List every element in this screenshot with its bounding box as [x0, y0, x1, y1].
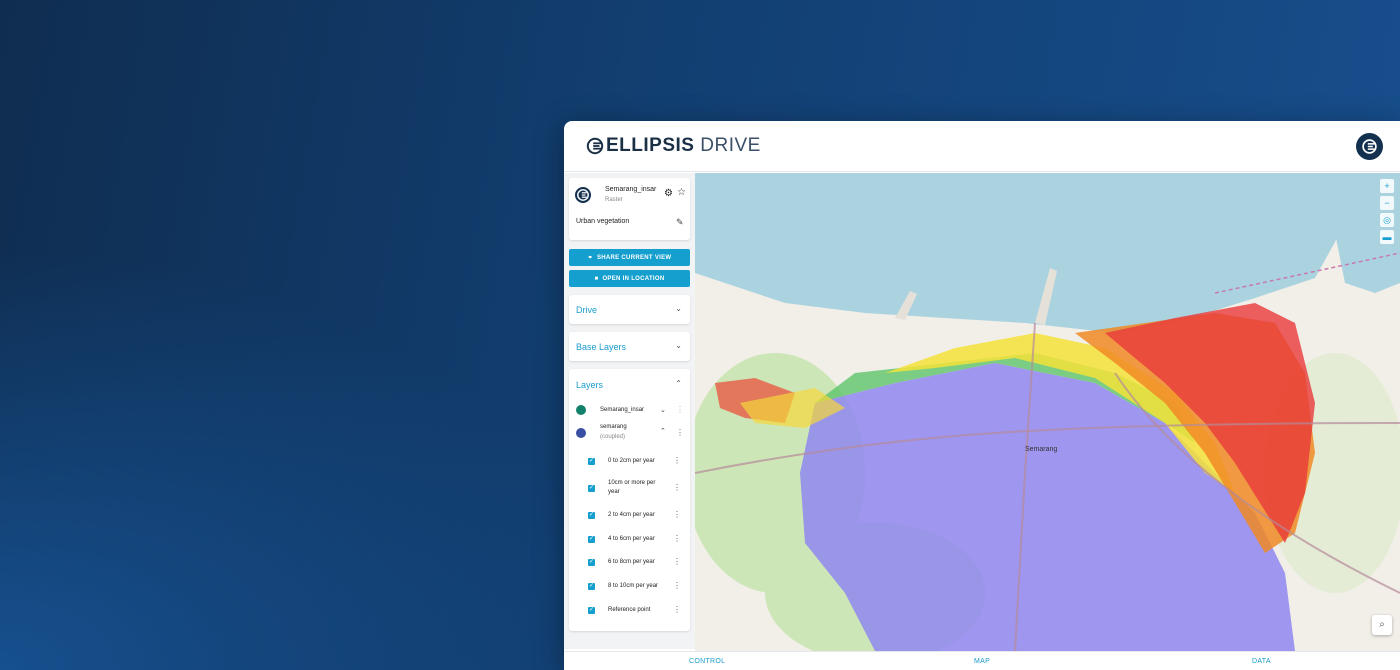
- kebab-menu-icon[interactable]: ⋮: [673, 581, 681, 590]
- nav-tab-map[interactable]: MAP: [974, 658, 990, 665]
- sublayer-label: 4 to 6cm per year: [608, 536, 655, 542]
- app-window: ELLIPSIS DRIVE Semarang_insar Raster ⚙ ☆…: [564, 121, 1400, 670]
- checkbox[interactable]: ✓: [588, 559, 595, 566]
- kebab-menu-icon[interactable]: ⋮: [676, 428, 684, 437]
- layer-row-sublabel: (coupled): [600, 434, 626, 440]
- ellipsis-avatar-icon: [1362, 139, 1377, 154]
- open-button-label: OPEN IN LOCATION: [602, 275, 665, 282]
- bottom-navigation: CONTROL MAP DATA: [564, 651, 1400, 670]
- layer-row[interactable]: Semarang_insar ⌄ ⋮: [569, 404, 690, 418]
- control-sidebar: Semarang_insar Raster ⚙ ☆ Urban vegetati…: [564, 173, 695, 649]
- map-city-label: Semarang: [1025, 446, 1057, 453]
- sublayer-label: 6 to 8cm per year: [608, 559, 655, 565]
- chevron-down-icon: ⌄: [675, 341, 682, 350]
- zoom-out-icon[interactable]: −: [1380, 196, 1394, 210]
- section-layers: Layers ⌃ Semarang_insar ⌄ ⋮ semarang (co…: [569, 369, 690, 631]
- checkbox[interactable]: ✓: [588, 512, 595, 519]
- kebab-menu-icon[interactable]: ⋮: [673, 456, 681, 465]
- star-icon[interactable]: ☆: [677, 187, 686, 198]
- 3d-view-icon[interactable]: ◎: [1380, 213, 1394, 227]
- kebab-menu-icon[interactable]: ⋮: [673, 510, 681, 519]
- chevron-down-icon: ⌄: [675, 304, 682, 313]
- gear-icon[interactable]: ⚙: [664, 188, 673, 199]
- ellipsis-layer-icon: [575, 187, 591, 203]
- map-toolbar: + − ◎ ▬: [1380, 179, 1394, 244]
- layer-description: Urban vegetation: [576, 218, 630, 225]
- measure-ruler-icon[interactable]: ▬: [1380, 230, 1394, 244]
- logo-text-bold: ELLIPSIS: [606, 135, 695, 156]
- sublayer-label: 8 to 10cm per year: [608, 583, 659, 589]
- kebab-menu-icon[interactable]: ⋮: [673, 557, 681, 566]
- sublayer-label: 10cm or more per year: [608, 480, 656, 495]
- chevron-up-icon[interactable]: ⌃: [660, 427, 666, 435]
- layer-row[interactable]: semarang (coupled) ⌃ ⋮: [569, 423, 690, 445]
- search-icon[interactable]: ⌕: [1372, 615, 1392, 635]
- chevron-up-icon[interactable]: ⌃: [675, 379, 682, 388]
- map-view[interactable]: Semarang + − ◎ ▬ ⌕: [695, 173, 1400, 651]
- checkbox[interactable]: ✓: [588, 607, 595, 614]
- kebab-menu-icon[interactable]: ⋮: [673, 605, 681, 614]
- nav-tab-data[interactable]: DATA: [1252, 658, 1271, 665]
- open-in-location-button[interactable]: ■ OPEN IN LOCATION: [569, 270, 690, 287]
- layer-info-card: Semarang_insar Raster ⚙ ☆ Urban vegetati…: [569, 178, 690, 240]
- section-layers-title[interactable]: Layers: [576, 380, 603, 390]
- layer-row-label: Semarang_insar: [600, 407, 645, 413]
- layer-name: Semarang_insar: [605, 186, 657, 193]
- ellipsis-drive-logo[interactable]: ELLIPSIS DRIVE: [586, 135, 761, 157]
- share-current-view-button[interactable]: ⚭ SHARE CURRENT VIEW: [569, 249, 690, 266]
- vector-layer-icon: [576, 428, 586, 438]
- section-drive[interactable]: Drive ⌄: [569, 295, 690, 324]
- kebab-menu-icon[interactable]: ⋮: [673, 534, 681, 543]
- checkbox[interactable]: ✓: [588, 485, 595, 492]
- pencil-icon[interactable]: ✎: [676, 217, 684, 228]
- sublayer-label: 2 to 4cm per year: [608, 512, 655, 518]
- section-drive-title: Drive: [576, 305, 598, 315]
- folder-icon: ■: [594, 275, 599, 282]
- layer-row-label: semarang: [600, 424, 627, 430]
- checkbox[interactable]: ✓: [588, 536, 595, 543]
- share-button-label: SHARE CURRENT VIEW: [596, 254, 672, 261]
- section-base-layers-title: Base Layers: [576, 342, 627, 352]
- sublayer-label: 0 to 2cm per year: [608, 458, 655, 464]
- kebab-menu-icon[interactable]: ⋮: [673, 483, 681, 492]
- nav-tab-control[interactable]: CONTROL: [689, 658, 725, 665]
- checkbox[interactable]: ✓: [588, 458, 595, 465]
- logo-text-light: DRIVE: [700, 135, 761, 156]
- map-canvas[interactable]: Semarang: [695, 173, 1400, 651]
- kebab-menu-icon[interactable]: ⋮: [676, 405, 684, 414]
- link-icon: ⚭: [587, 255, 593, 261]
- ellipsis-logo-icon: [586, 137, 604, 155]
- layer-type: Raster: [605, 197, 623, 203]
- zoom-in-icon[interactable]: +: [1380, 179, 1394, 193]
- top-bar: ELLIPSIS DRIVE: [564, 121, 1400, 172]
- sublayer-label: Reference point: [608, 607, 651, 613]
- section-base-layers[interactable]: Base Layers ⌄: [569, 332, 690, 361]
- chevron-down-icon[interactable]: ⌄: [660, 406, 666, 414]
- raster-layer-icon: [576, 405, 586, 415]
- checkbox[interactable]: ✓: [588, 583, 595, 590]
- user-avatar-button[interactable]: [1356, 133, 1383, 160]
